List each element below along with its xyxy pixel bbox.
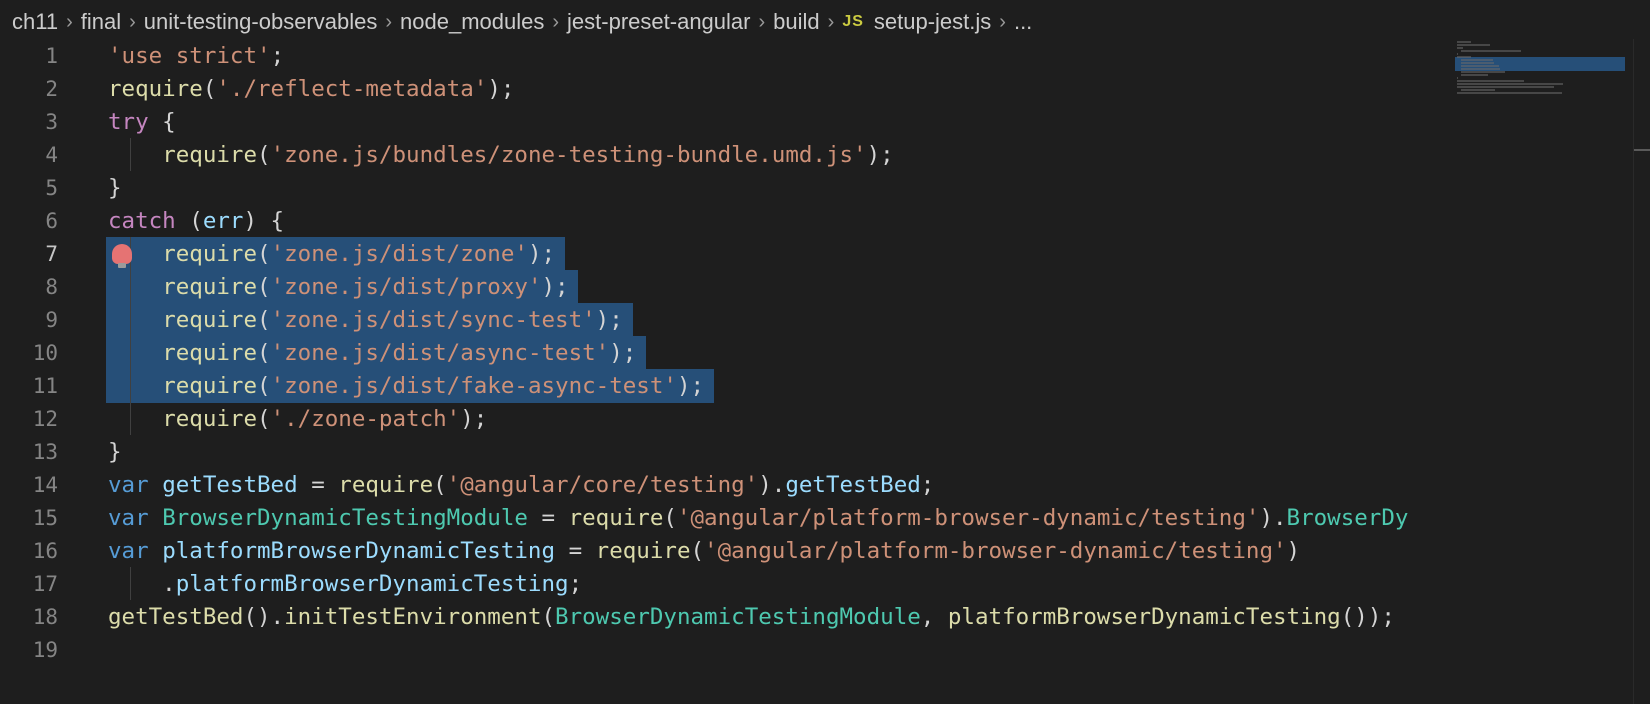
- minimap-line: [1461, 68, 1500, 70]
- code-line[interactable]: 6 catch (err) {: [0, 204, 1455, 238]
- code-text[interactable]: require('zone.js/dist/sync-test');: [108, 303, 623, 337]
- javascript-file-icon: JS: [842, 13, 864, 30]
- code-text[interactable]: getTestBed().initTestEnvironment(Browser…: [108, 600, 1395, 634]
- code-text[interactable]: }: [108, 171, 122, 205]
- minimap-line: [1457, 86, 1554, 88]
- vertical-scrollbar[interactable]: [1633, 39, 1650, 704]
- code-line[interactable]: 17 .platformBrowserDynamicTesting;: [0, 567, 1455, 601]
- minimap-line: [1461, 59, 1494, 61]
- code-line[interactable]: 16 var platformBrowserDynamicTesting = re…: [0, 534, 1455, 568]
- code-line[interactable]: 10 require('zone.js/dist/async-test');: [0, 336, 1455, 370]
- minimap-line: [1457, 77, 1459, 79]
- minimap-line: [1461, 74, 1488, 76]
- minimap-line: [1461, 62, 1495, 64]
- code-line[interactable]: 4 require('zone.js/bundles/zone-testing-…: [0, 138, 1455, 172]
- lightbulb-icon[interactable]: [112, 244, 132, 268]
- chevron-right-icon: ›: [552, 10, 560, 33]
- minimap-line: [1457, 83, 1563, 85]
- line-number: 7: [45, 242, 58, 266]
- chevron-right-icon: ›: [129, 10, 136, 33]
- code-line[interactable]: 7 require('zone.js/dist/zone');: [0, 237, 1455, 271]
- code-line[interactable]: 13}: [0, 435, 1455, 469]
- code-line[interactable]: 8 require('zone.js/dist/proxy');: [0, 270, 1455, 304]
- line-number: 1: [45, 44, 58, 68]
- line-number: 10: [32, 341, 58, 365]
- code-line[interactable]: 15 var BrowserDynamicTestingModule = requ…: [0, 501, 1455, 535]
- line-number: 9: [45, 308, 58, 332]
- line-number: 2: [45, 77, 58, 101]
- breadcrumb-item-unit-testing-observables[interactable]: unit-testing-observables: [144, 9, 378, 35]
- code-line[interactable]: 18 getTestBed().initTestEnvironment(Brows…: [0, 600, 1455, 634]
- minimap-line: [1457, 53, 1459, 55]
- minimap-line: [1461, 71, 1506, 73]
- chevron-right-icon: ›: [66, 10, 73, 33]
- minimap-line: [1457, 41, 1472, 43]
- code-line[interactable]: 5}: [0, 171, 1455, 205]
- line-number: 3: [45, 110, 58, 134]
- code-text[interactable]: var BrowserDynamicTestingModule = requir…: [108, 501, 1408, 535]
- breadcrumb-ellipsis[interactable]: ...: [1014, 9, 1032, 35]
- scrollbar-marker: [1634, 149, 1650, 151]
- breadcrumb: ch11 › final › unit-testing-observables …: [0, 0, 1650, 44]
- minimap-line: [1457, 44, 1490, 46]
- code-text[interactable]: try {: [108, 105, 176, 139]
- code-text[interactable]: var platformBrowserDynamicTesting = requ…: [108, 534, 1300, 568]
- code-text[interactable]: require('zone.js/bundles/zone-testing-bu…: [108, 138, 894, 172]
- line-number: 4: [45, 143, 58, 167]
- code-text[interactable]: .platformBrowserDynamicTesting;: [108, 567, 582, 601]
- line-number: 12: [32, 407, 58, 431]
- chevron-right-icon: ›: [758, 10, 766, 33]
- minimap-line: [1461, 65, 1499, 67]
- code-line[interactable]: 2 require('./reflect-metadata');: [0, 72, 1455, 106]
- code-line[interactable]: 12 require('./zone-patch');: [0, 402, 1455, 436]
- code-line[interactable]: 1 'use strict';: [0, 39, 1455, 73]
- code-text[interactable]: require('zone.js/dist/fake-async-test');: [108, 369, 704, 403]
- code-text[interactable]: require('./zone-patch');: [108, 402, 487, 436]
- line-number: 13: [32, 440, 58, 464]
- line-number: 14: [32, 473, 58, 497]
- line-number: 8: [45, 275, 58, 299]
- breadcrumb-item-ch11[interactable]: ch11: [12, 9, 58, 35]
- breadcrumb-item-build[interactable]: build: [773, 9, 819, 35]
- breadcrumb-item-setup-jest[interactable]: setup-jest.js: [874, 9, 991, 35]
- line-number: 18: [32, 605, 58, 629]
- breadcrumb-item-final[interactable]: final: [81, 9, 121, 35]
- code-line[interactable]: 14 var getTestBed = require('@angular/cor…: [0, 468, 1455, 502]
- code-editor[interactable]: 1 'use strict'; 2 require('./reflect-metada…: [0, 39, 1650, 704]
- code-text[interactable]: require('zone.js/dist/zone');: [108, 237, 555, 271]
- code-text[interactable]: 'use strict';: [108, 39, 284, 73]
- code-text[interactable]: require('./reflect-metadata');: [108, 72, 514, 106]
- code-line[interactable]: 3 try {: [0, 105, 1455, 139]
- chevron-right-icon: ›: [999, 10, 1006, 33]
- code-text[interactable]: var getTestBed = require('@angular/core/…: [108, 468, 934, 502]
- minimap-line: [1457, 80, 1525, 82]
- line-number: 17: [32, 572, 58, 596]
- chevron-right-icon: ›: [385, 10, 393, 33]
- line-number: 19: [32, 638, 58, 662]
- line-number: 6: [45, 209, 58, 233]
- line-number: 11: [32, 374, 58, 398]
- code-text[interactable]: }: [108, 435, 122, 469]
- minimap[interactable]: [1455, 39, 1633, 704]
- line-number: 15: [32, 506, 58, 530]
- chevron-right-icon: ›: [827, 10, 835, 33]
- minimap-line: [1457, 47, 1463, 49]
- code-line[interactable]: 19: [0, 633, 1455, 667]
- code-text[interactable]: require('zone.js/dist/async-test');: [108, 336, 636, 370]
- breadcrumb-item-jest-preset-angular[interactable]: jest-preset-angular: [567, 9, 750, 35]
- code-text[interactable]: require('zone.js/dist/proxy');: [108, 270, 568, 304]
- code-line[interactable]: 11 require('zone.js/dist/fake-async-test…: [0, 369, 1455, 403]
- minimap-line: [1461, 89, 1496, 91]
- minimap-line: [1457, 56, 1472, 58]
- line-number: 16: [32, 539, 58, 563]
- breadcrumb-item-node-modules[interactable]: node_modules: [400, 9, 544, 35]
- code-text[interactable]: catch (err) {: [108, 204, 284, 238]
- minimap-line: [1461, 50, 1521, 52]
- minimap-line: [1457, 92, 1562, 94]
- code-line[interactable]: 9 require('zone.js/dist/sync-test');: [0, 303, 1455, 337]
- line-number: 5: [45, 176, 58, 200]
